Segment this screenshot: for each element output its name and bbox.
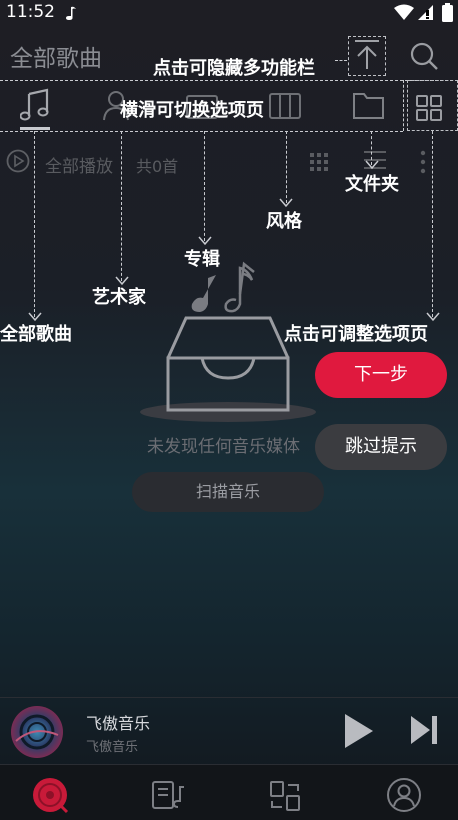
hide-toolbar-button[interactable] bbox=[348, 36, 386, 76]
skip-tips-button[interactable]: 跳过提示 bbox=[315, 424, 447, 470]
guide-tabbar-top bbox=[0, 80, 458, 81]
guide-folder-label: 文件夹 bbox=[345, 174, 399, 195]
guide-line-albums bbox=[204, 131, 205, 241]
signal-icon bbox=[418, 5, 433, 20]
album-art bbox=[11, 706, 63, 758]
music-note-status-icon bbox=[66, 6, 76, 20]
next-step-button[interactable]: 下一步 bbox=[315, 352, 447, 398]
arrow-up-icon bbox=[355, 40, 379, 69]
bottom-nav bbox=[0, 764, 458, 820]
scan-music-button[interactable]: 扫描音乐 bbox=[132, 472, 324, 512]
tab-songs-icon[interactable] bbox=[20, 88, 52, 122]
guide-genre-label: 风格 bbox=[266, 211, 302, 232]
guide-line-adjust bbox=[432, 131, 433, 317]
guide-swipe-tabs-label: 横滑可切换选项页 bbox=[120, 100, 264, 121]
song-count: 共0首 bbox=[136, 157, 179, 176]
next-track-icon[interactable] bbox=[408, 714, 440, 748]
guide-line-genres bbox=[286, 131, 287, 203]
nav-profile-icon[interactable] bbox=[386, 777, 424, 815]
guide-artist-label: 艺术家 bbox=[92, 287, 146, 308]
guide-tabbar-right bbox=[403, 80, 404, 131]
grid-icon[interactable] bbox=[415, 94, 445, 122]
search-icon[interactable] bbox=[408, 41, 440, 73]
player-subtitle: 飞傲音乐 bbox=[86, 740, 139, 755]
empty-message: 未发现任何音乐媒体 bbox=[147, 437, 300, 457]
status-bar: 11:52 bbox=[0, 0, 458, 26]
guide-line-songs bbox=[34, 131, 35, 317]
nav-music-disc-icon[interactable] bbox=[32, 777, 70, 815]
guide-tabbar-bottom bbox=[0, 131, 403, 132]
wifi-icon bbox=[394, 4, 414, 20]
guide-hide-toolbar-line bbox=[335, 60, 347, 61]
nav-playlist-icon[interactable] bbox=[150, 779, 186, 813]
guide-hide-toolbar-label: 点击可隐藏多功能栏 bbox=[153, 58, 315, 79]
arrow-tip-adjust bbox=[426, 312, 440, 322]
guide-all-songs-label: 全部歌曲 bbox=[0, 324, 72, 345]
arrow-tip-folders bbox=[365, 160, 379, 170]
battery-icon bbox=[442, 3, 453, 22]
nav-switch-icon[interactable] bbox=[268, 779, 304, 813]
status-time: 11:52 bbox=[6, 2, 55, 22]
player-title: 飞傲音乐 bbox=[86, 714, 151, 733]
tab-folders-icon[interactable] bbox=[352, 90, 386, 122]
play-all-label[interactable]: 全部播放 bbox=[45, 152, 113, 177]
tab-songs-indicator bbox=[20, 127, 50, 130]
tab-genres-icon[interactable] bbox=[268, 92, 304, 122]
more-icon[interactable] bbox=[418, 150, 428, 176]
mini-player[interactable]: 飞傲音乐 飞傲音乐 bbox=[0, 697, 458, 764]
guide-line-artists bbox=[121, 131, 122, 281]
empty-inbox-illustration bbox=[140, 261, 316, 422]
play-icon[interactable] bbox=[342, 712, 376, 750]
page-title: 全部歌曲 bbox=[10, 46, 102, 72]
grid-view-icon[interactable] bbox=[309, 151, 331, 173]
play-all-icon[interactable] bbox=[6, 149, 32, 175]
